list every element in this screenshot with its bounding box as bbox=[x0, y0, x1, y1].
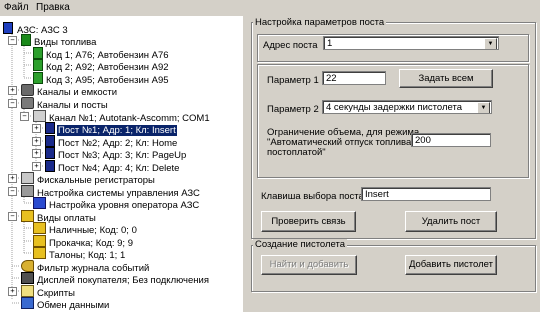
fuel-can-icon bbox=[33, 47, 43, 59]
printer-icon bbox=[21, 172, 34, 184]
param2-select[interactable]: 4 секунды задержки пистолета ▼ bbox=[322, 100, 492, 114]
key-label: Клавиша выбора поста bbox=[261, 191, 364, 202]
settings-tree[interactable]: АЗС: АЗС 3 − Виды топлива Код 1; А76; Ав… bbox=[0, 16, 244, 312]
tree-post-3[interactable]: Пост №3; Адр: 3; Кл: PageUp bbox=[45, 147, 187, 161]
tank-icon bbox=[21, 84, 34, 96]
collapse-icon[interactable]: − bbox=[8, 99, 17, 108]
menu-file[interactable]: Файл bbox=[4, 2, 29, 13]
address-label: Адрес поста bbox=[263, 40, 318, 51]
tree-fuel-item[interactable]: Код 3; А95; Автобензин А95 bbox=[33, 72, 170, 86]
wallet-icon bbox=[21, 210, 34, 222]
coins-icon bbox=[33, 235, 46, 247]
expand-icon[interactable]: + bbox=[32, 137, 41, 146]
param2-label: Параметр 2 bbox=[267, 104, 319, 115]
address-select[interactable]: 1 ▼ bbox=[323, 36, 499, 50]
param1-input[interactable]: 22 bbox=[322, 71, 386, 85]
check-connection-button[interactable]: Проверить связь bbox=[261, 211, 356, 232]
tree-display[interactable]: Дисплей покупателя; Без подключения bbox=[21, 272, 210, 286]
station-icon bbox=[3, 22, 13, 34]
tree-channels-tanks[interactable]: Каналы и емкости bbox=[21, 84, 118, 98]
expand-icon[interactable]: + bbox=[32, 149, 41, 158]
expand-icon[interactable]: + bbox=[32, 124, 41, 133]
post-icon bbox=[45, 147, 55, 159]
tree-exchange[interactable]: Обмен данными bbox=[21, 297, 110, 311]
post-icon bbox=[45, 122, 55, 134]
coins-icon bbox=[33, 247, 46, 259]
tree-payment[interactable]: Виды оплаты bbox=[21, 210, 97, 224]
param2-value: 4 секунды задержки пистолета bbox=[326, 102, 462, 113]
tree-payment-item[interactable]: Прокачка; Код: 9; 9 bbox=[33, 235, 134, 249]
monitor-icon bbox=[21, 272, 34, 284]
tree-post-1[interactable]: Пост №1; Адр: 1; Кл: Insert bbox=[45, 122, 178, 137]
channels-icon bbox=[21, 97, 34, 109]
tree-fuel-item[interactable]: Код 2; А92; Автобензин А92 bbox=[33, 59, 170, 73]
tree-scripts[interactable]: Скрипты bbox=[21, 285, 76, 299]
grid-icon bbox=[33, 197, 46, 209]
tree-fuel-item[interactable]: Код 1; А76; Автобензин А76 bbox=[33, 47, 170, 61]
tree-exchange-label: Обмен данными bbox=[37, 300, 110, 311]
add-gun-button[interactable]: Добавить пистолет bbox=[405, 255, 497, 275]
collapse-icon[interactable]: − bbox=[8, 212, 17, 221]
tree-channels-posts[interactable]: Каналы и посты bbox=[21, 97, 109, 111]
menu-bar: Файл Правка bbox=[0, 0, 540, 16]
collapse-icon[interactable]: − bbox=[8, 36, 17, 45]
address-value: 1 bbox=[327, 38, 333, 49]
tree-channel-1[interactable]: Канал №1; Autotank-Ascomm; COM1 bbox=[33, 110, 211, 124]
coins-icon bbox=[33, 222, 46, 234]
fuel-can-icon bbox=[33, 59, 43, 71]
delete-post-button[interactable]: Удалить пост bbox=[405, 211, 497, 232]
fuel-pump-icon bbox=[21, 34, 31, 46]
tree-mgmt[interactable]: Настройка системы управления АЗС bbox=[21, 185, 201, 199]
expand-icon[interactable]: + bbox=[8, 174, 17, 183]
tree-payment-item[interactable]: Наличные; Код: 0; 0 bbox=[33, 222, 138, 236]
post-icon bbox=[45, 160, 55, 172]
settings-icon bbox=[21, 185, 34, 197]
expand-icon[interactable]: + bbox=[8, 86, 17, 95]
tree-operator-level[interactable]: Настройка уровня оператора АЗС bbox=[33, 197, 200, 211]
find-and-add-button[interactable]: Найти и добавить bbox=[261, 255, 357, 275]
param1-label: Параметр 1 bbox=[267, 75, 319, 86]
post-icon bbox=[45, 135, 55, 147]
tree-fuel-types[interactable]: Виды топлива bbox=[21, 34, 97, 48]
post-settings-panel: Настройка параметров поста Адрес поста 1… bbox=[249, 16, 540, 312]
expand-icon[interactable]: + bbox=[32, 162, 41, 171]
volume-limit-input[interactable]: 200 bbox=[411, 133, 491, 147]
collapse-icon[interactable]: − bbox=[8, 187, 17, 196]
tree-post-2[interactable]: Пост №2; Адр: 2; Кл: Home bbox=[45, 135, 178, 149]
fuel-can-icon bbox=[33, 72, 43, 84]
tree-payment-item[interactable]: Талоны; Код: 1; 1 bbox=[33, 247, 126, 261]
set-all-button[interactable]: Задать всем bbox=[399, 69, 493, 88]
chevron-down-icon[interactable]: ▼ bbox=[477, 102, 490, 113]
com-port-icon bbox=[33, 110, 46, 122]
tree-fiscal[interactable]: Фискальные регистраторы bbox=[21, 172, 156, 186]
expand-icon[interactable]: + bbox=[8, 287, 17, 296]
limit-label-line3: постоплатой" bbox=[267, 147, 326, 158]
menu-edit[interactable]: Правка bbox=[36, 2, 70, 13]
key-icon bbox=[21, 260, 34, 272]
collapse-icon[interactable]: − bbox=[20, 112, 29, 121]
tree-log-filter[interactable]: Фильтр журнала событий bbox=[21, 260, 150, 274]
tree-root[interactable]: АЗС: АЗС 3 bbox=[3, 22, 69, 36]
script-icon bbox=[21, 285, 34, 297]
tree-post-4[interactable]: Пост №4; Адр: 4; Кл: Delete bbox=[45, 160, 180, 174]
chevron-down-icon[interactable]: ▼ bbox=[484, 38, 497, 49]
select-key-input[interactable]: Insert bbox=[361, 187, 491, 201]
exchange-icon bbox=[21, 297, 34, 309]
gun-create-title: Создание пистолета bbox=[253, 239, 348, 250]
post-settings-title: Настройка параметров поста bbox=[253, 17, 387, 28]
